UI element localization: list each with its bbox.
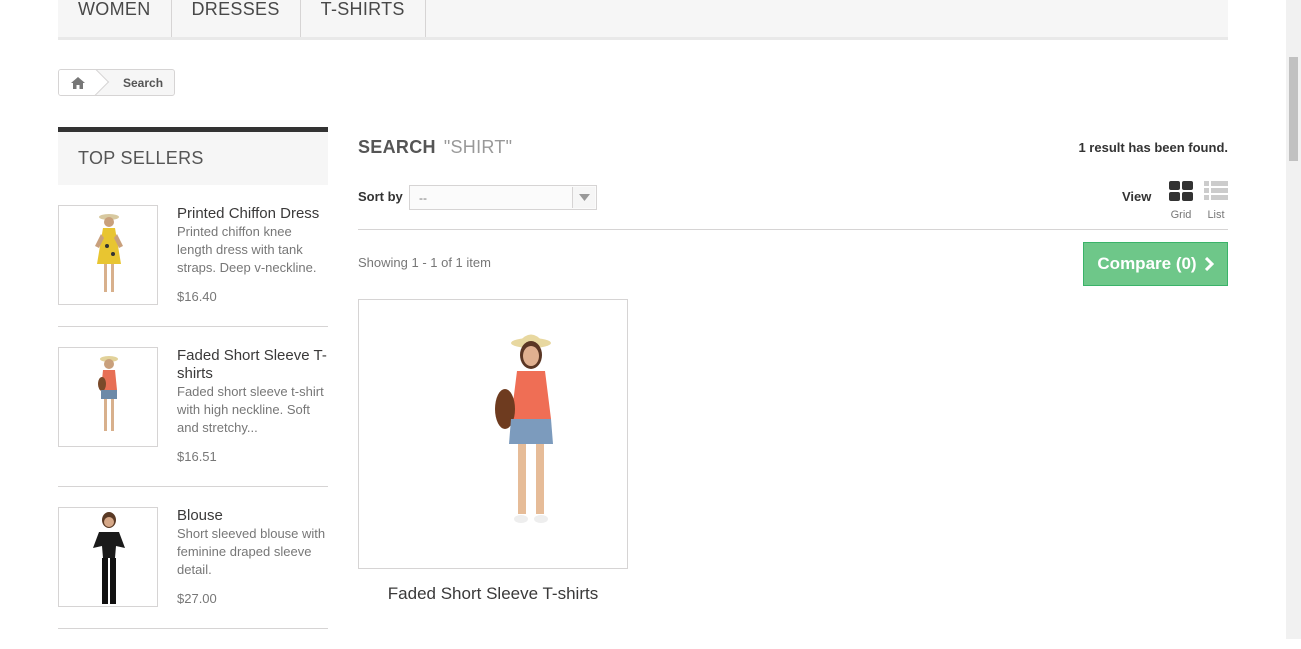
product-name-link[interactable]: Blouse [177,507,328,525]
sort-select[interactable]: -- [409,185,597,210]
product-image [495,334,553,523]
list-item: Printed Chiffon Dress Printed chiffon kn… [58,205,328,327]
product-price: $16.40 [177,289,217,304]
list-item: Blouse Short sleeved blouse with feminin… [58,507,328,629]
view-grid-label: Grid [1170,209,1192,221]
list-icon [1204,181,1228,200]
view-grid-button[interactable]: Grid [1168,181,1194,221]
menu-item-tshirts[interactable]: T-shirts [301,0,426,37]
product-thumbnail[interactable] [58,507,158,607]
product-image [98,356,118,431]
top-sellers-title[interactable]: Top sellers [58,127,328,185]
breadcrumb: Search [58,69,176,96]
product-price: $27.00 [177,591,217,606]
product-name-link[interactable]: Printed Chiffon Dress [177,205,328,223]
page-title-label: Search [358,137,436,157]
scrollbar[interactable] [1286,0,1301,639]
menu-item-label: T-shirts [320,0,405,19]
showing-count: Showing 1 - 1 of 1 item [358,255,491,270]
breadcrumb-home-link[interactable] [59,70,97,95]
product-info: Printed Chiffon Dress Printed chiffon kn… [177,205,328,304]
view-label: View [1122,189,1152,204]
sort-select-value: -- [419,190,427,205]
list-item: Faded Short Sleeve T-shirts Faded short … [58,347,328,487]
page-title: Search "shirt" [358,137,512,158]
menu-item-dresses[interactable]: Dresses [172,0,301,37]
top-sellers-block: Top sellers Printed Chiffon Dress Printe… [58,127,328,649]
product-price: $16.51 [177,449,217,464]
home-icon [71,76,85,89]
view-list-label: List [1207,209,1225,221]
product-thumbnail[interactable] [58,347,158,447]
product-name-link[interactable]: Faded Short Sleeve T-shirts [177,347,328,383]
top-menu: Women Dresses T-shirts [58,0,1228,40]
product-description: Short sleeved blouse with feminine drape… [177,526,326,577]
compare-button-label: Compare (0) [1097,254,1197,273]
product-name-link[interactable]: Faded Short Sleeve T-shirts [358,584,628,604]
product-description: Faded short sleeve t-shirt with high nec… [177,384,324,435]
scrollbar-thumb[interactable] [1289,57,1298,161]
chevron-right-icon [1204,257,1214,271]
menu-item-label: Dresses [191,0,280,19]
compare-button[interactable]: Compare (0) [1083,242,1228,286]
view-list-button[interactable]: List [1203,181,1229,221]
top-sellers-list: Printed Chiffon Dress Printed chiffon kn… [58,205,328,629]
product-info: Faded Short Sleeve T-shirts Faded short … [177,347,328,464]
menu-item-label: Women [78,0,151,19]
product-info: Blouse Short sleeved blouse with feminin… [177,507,328,606]
product-thumbnail[interactable] [58,205,158,305]
product-image [93,512,125,604]
product-image [95,214,123,292]
chevron-down-icon[interactable] [572,187,595,208]
product-card[interactable]: Faded Short Sleeve T-shirts [358,299,628,604]
product-description: Printed chiffon knee length dress with t… [177,224,317,275]
product-image-link[interactable] [358,299,628,569]
search-term: "shirt" [443,137,513,157]
divider [358,229,1228,230]
grid-icon [1169,181,1193,201]
result-count: 1 result has been found. [1078,140,1228,155]
menu-item-women[interactable]: Women [58,0,172,37]
sort-label: Sort by [358,189,403,204]
